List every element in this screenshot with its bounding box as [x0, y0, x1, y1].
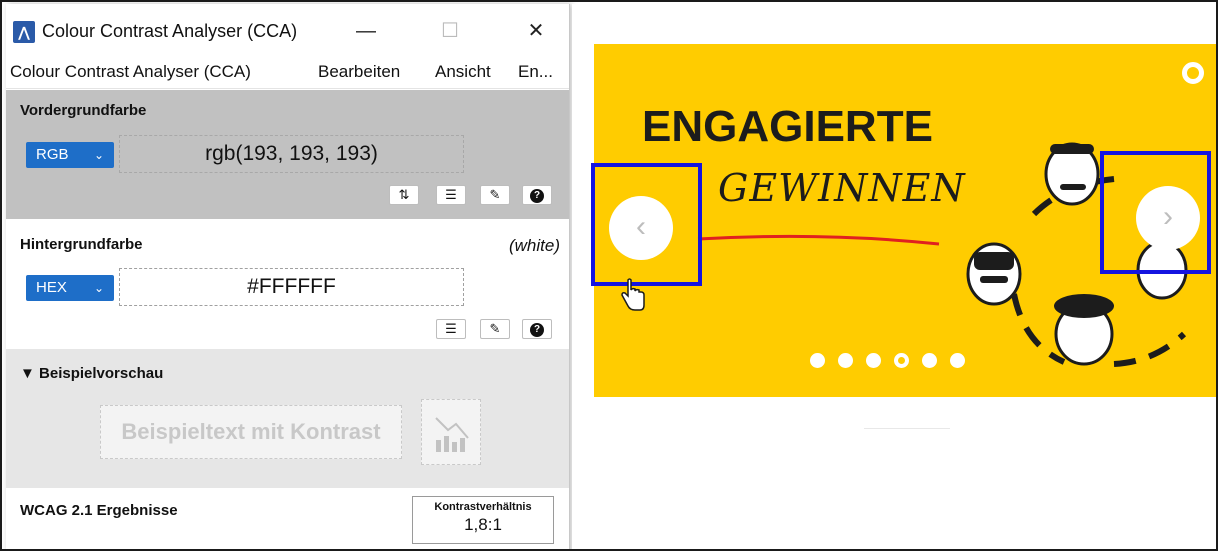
menu-bar: Colour Contrast Analyser (CCA) Bearbeite…: [6, 53, 569, 89]
prev-button-highlight: [591, 163, 702, 286]
background-eyedropper-button[interactable]: ✎: [480, 319, 510, 339]
window-title: Colour Contrast Analyser (CCA): [42, 21, 298, 41]
sample-text-preview: Beispieltext mit Kontrast: [100, 405, 402, 459]
foreground-section: Vordergrundfarbe RGB ⌄ rgb(193, 193, 193…: [6, 90, 569, 219]
menu-more[interactable]: En...: [518, 62, 553, 82]
swap-icon: ⇅: [398, 187, 410, 202]
foreground-eyedropper-button[interactable]: ✎: [480, 185, 510, 205]
eyedropper-icon: ✎: [489, 321, 501, 336]
carousel-dot-6[interactable]: [950, 353, 965, 368]
foreground-sliders-button[interactable]: ☰: [436, 185, 466, 205]
maximize-button[interactable]: ☐: [430, 18, 470, 44]
background-help-button[interactable]: ?: [522, 319, 552, 339]
foreground-format-select[interactable]: RGB ⌄: [26, 142, 114, 168]
cca-window: ⋀ Colour Contrast Analyser (CCA) — ☐ ✕ C…: [6, 4, 570, 549]
chevron-down-icon: ⌄: [93, 148, 104, 162]
app-logo-icon: ⋀: [13, 21, 35, 43]
hand-cursor-icon: [621, 278, 645, 311]
carousel-dot-5[interactable]: [922, 353, 937, 368]
help-icon: ?: [530, 322, 544, 337]
close-button[interactable]: ✕: [516, 18, 556, 44]
screenshot-frame: ⋀ Colour Contrast Analyser (CCA) — ☐ ✕ C…: [0, 0, 1218, 551]
background-title: Hintergrundfarbe: [20, 236, 143, 253]
divider: [864, 428, 950, 429]
background-value-input[interactable]: #FFFFFF: [119, 268, 464, 306]
menu-edit[interactable]: Bearbeiten: [318, 62, 400, 82]
swap-colors-button[interactable]: ⇅: [389, 185, 419, 205]
wcag-title: WCAG 2.1 Ergebnisse: [20, 502, 178, 519]
carousel-dot-4[interactable]: [894, 353, 909, 368]
foreground-title: Vordergrundfarbe: [20, 102, 147, 119]
preview-toggle[interactable]: ▼ Beispielvorschau: [20, 365, 163, 382]
foreground-help-button[interactable]: ?: [522, 185, 552, 205]
menu-app[interactable]: Colour Contrast Analyser (CCA): [10, 62, 251, 82]
preview-section: ▼ Beispielvorschau Beispieltext mit Kont…: [6, 349, 569, 488]
chart-preview-button[interactable]: [421, 399, 481, 465]
next-button-highlight: [1100, 151, 1211, 274]
wcag-section: WCAG 2.1 Ergebnisse Kontrastverhältnis 1…: [6, 488, 569, 549]
chart-icon: [435, 417, 469, 452]
contrast-ratio-box: Kontrastverhältnis 1,8:1: [412, 496, 554, 544]
carousel-dot-1[interactable]: [810, 353, 825, 368]
background-sliders-button[interactable]: ☰: [436, 319, 466, 339]
carousel-dot-2[interactable]: [838, 353, 853, 368]
background-color-name: (white): [508, 236, 560, 255]
sliders-icon: ☰: [445, 187, 457, 202]
help-icon: ?: [530, 188, 544, 203]
contrast-ratio-label: Kontrastverhältnis: [434, 501, 532, 513]
eyedropper-icon: ✎: [489, 187, 501, 202]
title-bar[interactable]: ⋀ Colour Contrast Analyser (CCA) — ☐ ✕: [6, 4, 569, 53]
background-format-select[interactable]: HEX ⌄: [26, 275, 114, 301]
foreground-value-input[interactable]: rgb(193, 193, 193): [119, 135, 464, 173]
chevron-down-icon: ⌄: [93, 281, 104, 295]
contrast-ratio-value: 1,8:1: [464, 515, 502, 534]
foreground-format-label: RGB: [36, 146, 69, 163]
minimize-button[interactable]: —: [346, 18, 386, 44]
background-section: Hintergrundfarbe (white) HEX ⌄ #FFFFFF ☰…: [6, 219, 569, 349]
menu-view[interactable]: Ansicht: [435, 62, 491, 82]
sliders-icon: ☰: [445, 321, 457, 336]
background-format-label: HEX: [36, 279, 67, 296]
carousel-dot-3[interactable]: [866, 353, 881, 368]
